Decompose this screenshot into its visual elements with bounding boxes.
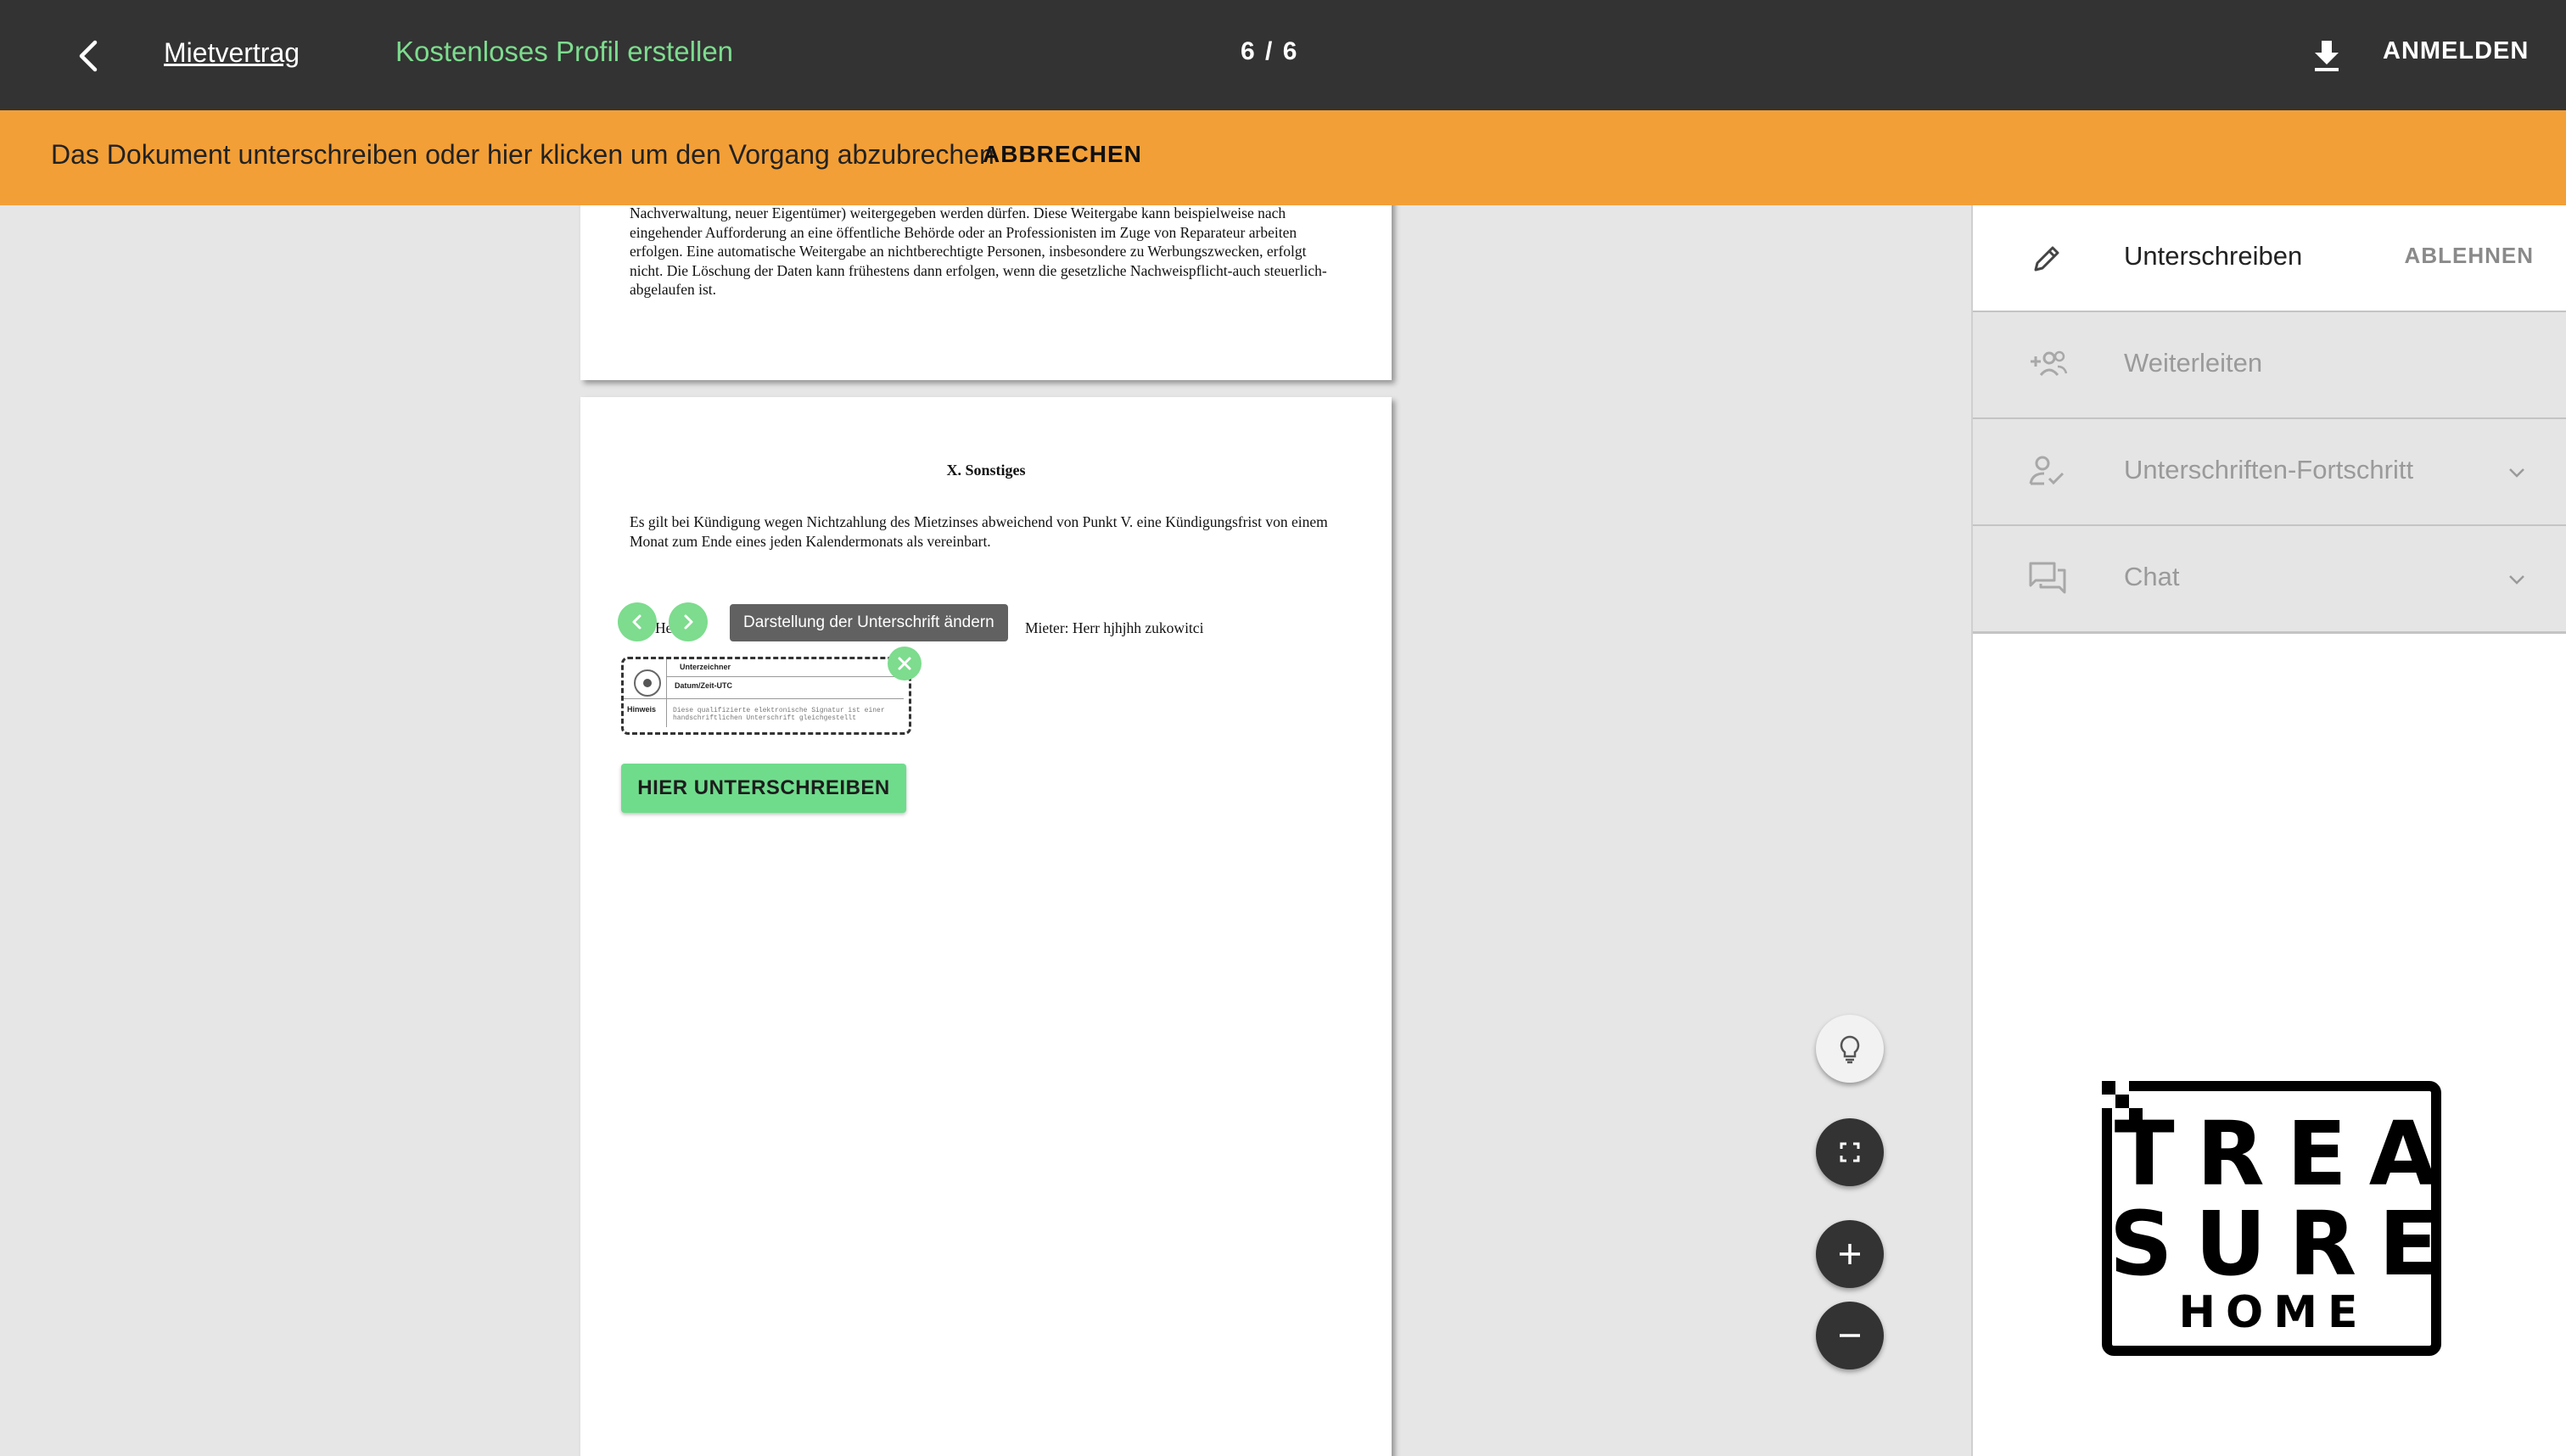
note-label: Hinweis (627, 705, 657, 714)
logo-line-1: TREA (2115, 1102, 2443, 1206)
section-heading: X. Sonstiges (946, 462, 1026, 479)
note-text: Diese qualifizierte elektronische Signat… (673, 707, 885, 722)
top-bar: Mietvertrag Kostenloses Profil erstellen… (0, 0, 2566, 110)
pencil-icon (2034, 246, 2059, 272)
lightbulb-icon (1840, 1035, 1860, 1064)
logo-line-2: SURE (2109, 1192, 2443, 1296)
back-button[interactable] (68, 34, 112, 78)
sidebar-item-sign[interactable]: Unterschreiben ABLEHNEN (1973, 205, 2566, 313)
treasure-home-logo: TREA SURE HOME (2102, 1081, 2443, 1356)
login-button[interactable]: ANMELDEN (2383, 37, 2529, 65)
sidebar-item-chat[interactable]: Chat (1973, 526, 2566, 634)
next-style-button[interactable] (669, 602, 708, 641)
sidebar-item-label: Unterschreiben (2124, 241, 2303, 271)
signature-divider (666, 676, 904, 677)
chevron-down-icon[interactable] (2504, 460, 2530, 485)
document-title-link[interactable]: Mietvertrag (164, 37, 300, 69)
fullscreen-button[interactable] (1816, 1118, 1884, 1186)
signer-label: Unterzeichner (680, 663, 731, 671)
create-profile-link[interactable]: Kostenloses Profil erstellen (395, 36, 733, 68)
sidebar-item-label: Weiterleiten (2124, 348, 2263, 378)
banner-message: Das Dokument unterschreiben oder hier kl… (51, 139, 994, 170)
signature-divider (624, 698, 904, 699)
plus-icon (1840, 1244, 1860, 1264)
chevron-left-icon (632, 614, 642, 630)
sidebar-item-label: Unterschriften-Fortschritt (2124, 455, 2414, 484)
add-people-icon (2031, 350, 2068, 377)
sign-here-button[interactable]: HIER UNTERSCHREIBEN (621, 764, 906, 813)
tenant-line: Mieter: Herr hjhjhh zukowitci (1025, 619, 1204, 636)
close-icon (898, 657, 911, 670)
datetime-label: Datum/Zeit-UTC (675, 681, 732, 690)
document-viewer[interactable]: Nachverwaltung, neuer Eigentümer) weiter… (0, 205, 1971, 1456)
hint-button[interactable] (1816, 1015, 1884, 1083)
sidebar-item-forward[interactable]: Weiterleiten (1973, 312, 2566, 420)
sidebar-item-label: Chat (2124, 562, 2180, 591)
cancel-button[interactable]: ABBRECHEN (983, 141, 1142, 168)
chevron-left-icon (79, 40, 98, 72)
previous-style-button[interactable] (618, 602, 657, 641)
action-sidebar: Unterschreiben ABLEHNEN Weiterleiten Unt… (1971, 205, 2566, 1456)
chevron-right-icon (684, 614, 693, 630)
chat-icon (2029, 562, 2066, 594)
page-counter: 6 / 6 (1241, 37, 1299, 65)
decline-button[interactable]: ABLEHNEN (2405, 243, 2534, 269)
person-check-icon (2029, 456, 2065, 485)
sign-prompt-banner[interactable]: Das Dokument unterschreiben oder hier kl… (0, 110, 2566, 205)
document-page-5: Nachverwaltung, neuer Eigentümer) weiter… (580, 205, 1392, 380)
signature-divider (666, 659, 667, 727)
signature-style-tooltip: Darstellung der Unterschrift ändern (730, 604, 1008, 641)
remove-signature-button[interactable] (888, 647, 922, 680)
chevron-down-icon[interactable] (2504, 567, 2530, 592)
section-paragraph: Es gilt bei Kündigung wegen Nichtzahlung… (630, 513, 1328, 550)
sidebar-item-signature-progress[interactable]: Unterschriften-Fortschritt (1973, 419, 2566, 527)
download-icon (2315, 41, 2339, 71)
download-button[interactable] (2306, 36, 2347, 76)
fullscreen-icon (1840, 1142, 1860, 1162)
seal-icon (634, 669, 661, 697)
page-paragraph: Nachverwaltung, neuer Eigentümer) weiter… (630, 205, 1327, 298)
logo-line-3: HOME (2179, 1287, 2368, 1338)
zoom-in-button[interactable] (1816, 1220, 1884, 1288)
document-page-6: X. Sonstiges Es gilt bei Kündigung wegen… (580, 397, 1392, 1456)
signature-field[interactable]: Unterzeichner Datum/Zeit-UTC Hinweis Die… (621, 657, 911, 735)
zoom-out-button[interactable] (1816, 1302, 1884, 1369)
minus-icon (1840, 1334, 1860, 1337)
